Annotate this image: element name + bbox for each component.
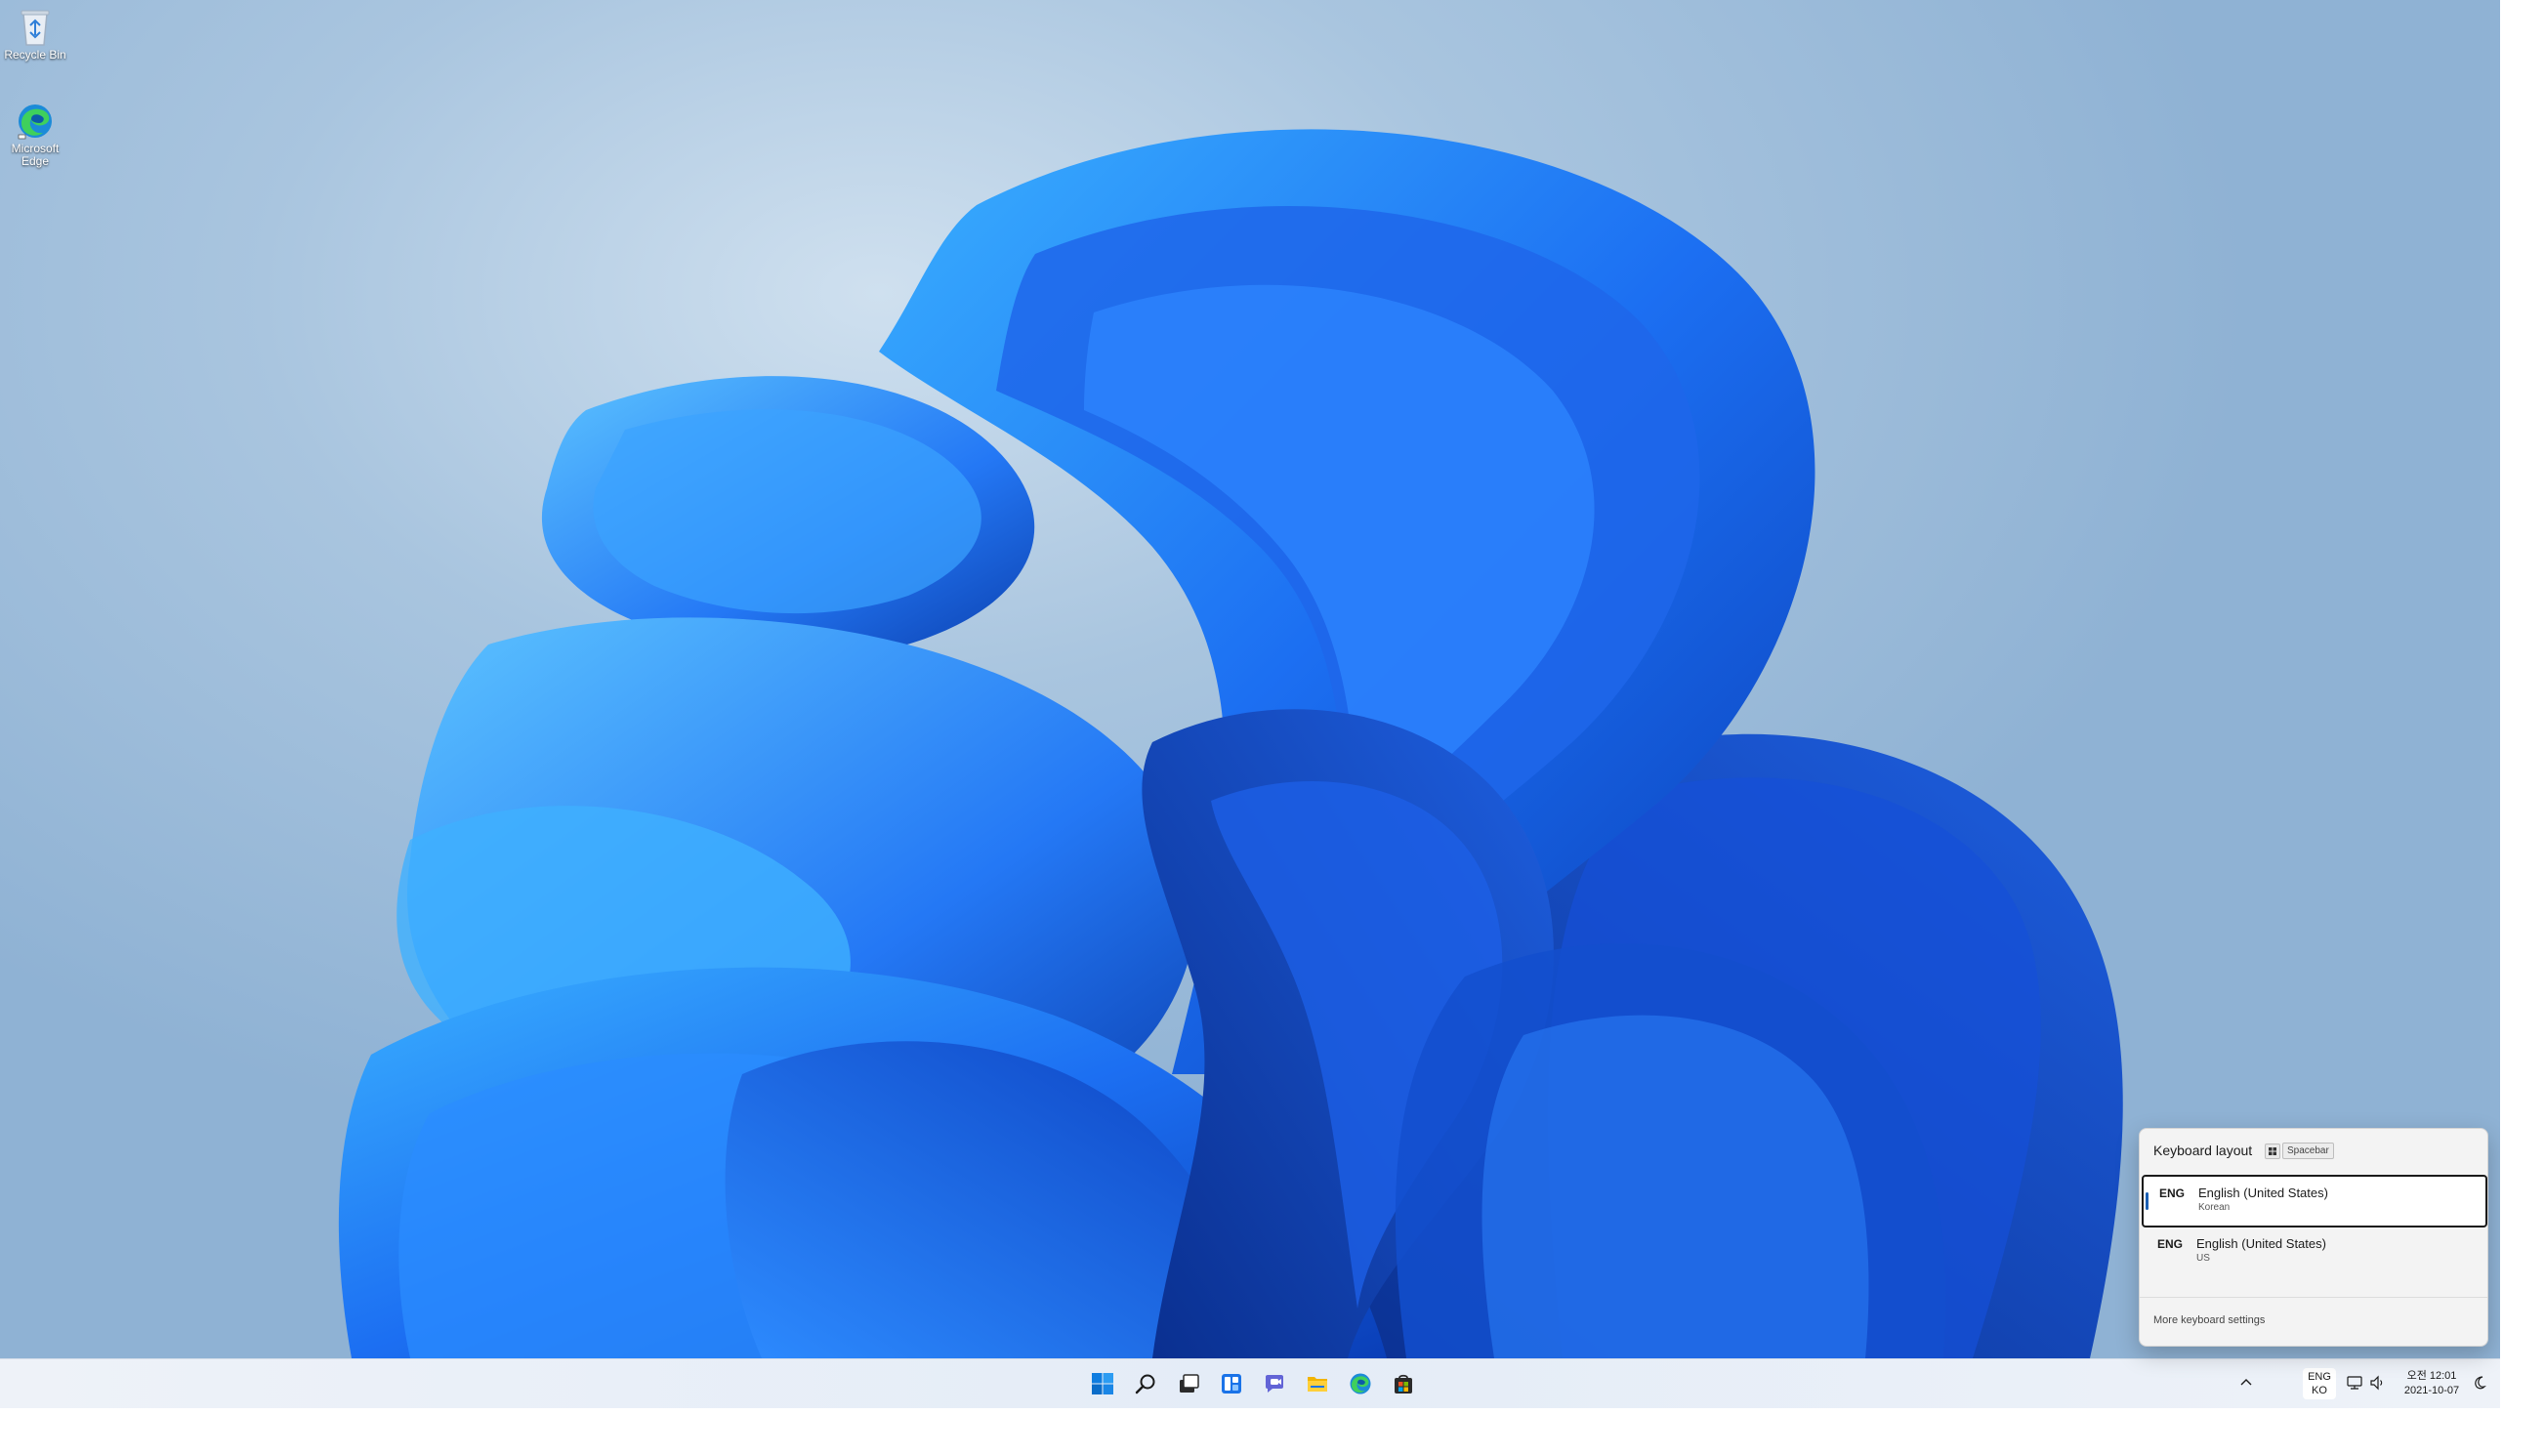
volume-button[interactable]: [2368, 1374, 2386, 1392]
store-button[interactable]: [1392, 1372, 1415, 1395]
layout-code: ENG: [2159, 1186, 2186, 1200]
network-button[interactable]: [2346, 1374, 2363, 1392]
desktop: Recycle Bin Microsoft Edge: [0, 0, 2500, 1358]
layout-name: English (United States): [2196, 1236, 2326, 1251]
input-indicator[interactable]: ENG KO: [2303, 1368, 2336, 1399]
search-icon: [1135, 1374, 1155, 1394]
desktop-icon-label: Microsoft Edge: [11, 142, 60, 168]
flyout-title: Keyboard layout: [2153, 1143, 2253, 1158]
bloom-wallpaper: [338, 129, 2123, 1358]
recycle-bin-icon: [21, 10, 50, 46]
file-explorer-button[interactable]: [1306, 1372, 1329, 1395]
layout-sub: Korean: [2198, 1202, 2231, 1213]
desktop-icon-label: Recycle Bin: [4, 48, 66, 62]
edge-icon: [18, 104, 52, 140]
desktop-icon-recycle-bin[interactable]: Recycle Bin: [0, 8, 70, 62]
start-button[interactable]: [1091, 1372, 1114, 1395]
layout-name: English (United States): [2198, 1186, 2328, 1200]
input-language-code: ENG: [2308, 1371, 2331, 1383]
widgets-button[interactable]: [1220, 1372, 1243, 1395]
clock-date: 2021-10-07: [2403, 1385, 2460, 1396]
task-view-button[interactable]: [1177, 1372, 1200, 1395]
windows-start-icon: [1092, 1373, 1113, 1394]
widgets-icon: [1222, 1374, 1241, 1394]
chevron-up-icon: [2240, 1379, 2252, 1386]
teams-chat-icon: [1266, 1375, 1283, 1393]
more-keyboard-settings-link[interactable]: More keyboard settings: [2153, 1314, 2265, 1326]
keyboard-layout-flyout: Keyboard layout Spacebar ENG English (Un…: [2139, 1128, 2488, 1347]
network-icon: [2347, 1376, 2362, 1390]
input-method-code: KO: [2312, 1385, 2327, 1396]
layout-code: ENG: [2157, 1237, 2184, 1251]
edge-taskbar-button[interactable]: [1349, 1372, 1372, 1395]
edge-icon: [1350, 1373, 1371, 1394]
store-icon: [1395, 1374, 1412, 1394]
layout-sub: US: [2196, 1253, 2210, 1264]
moon-icon: [2475, 1376, 2486, 1390]
screen: Recycle Bin Microsoft Edge ENG KO 오전 12:…: [0, 0, 2500, 1456]
desktop-icon-edge[interactable]: Microsoft Edge: [0, 102, 70, 168]
show-hidden-icons-button[interactable]: [2236, 1373, 2256, 1393]
chat-button[interactable]: [1263, 1372, 1286, 1395]
taskbar: ENG KO 오전 12:01 2021-10-07: [0, 1358, 2500, 1408]
clock-time: 오전 12:01: [2406, 1370, 2457, 1382]
flyout-divider: [2140, 1297, 2487, 1298]
volume-icon: [2370, 1375, 2383, 1391]
file-explorer-icon: [1308, 1377, 1327, 1392]
selection-indicator: [2146, 1192, 2149, 1210]
keyboard-layout-option-us[interactable]: ENG English (United States) US: [2142, 1227, 2483, 1276]
search-button[interactable]: [1134, 1372, 1157, 1395]
keyboard-layout-option-korean[interactable]: ENG English (United States) Korean: [2142, 1175, 2487, 1227]
task-view-icon: [1180, 1374, 1199, 1393]
shortcut-key-spacebar: Spacebar: [2282, 1143, 2334, 1159]
clock[interactable]: 오전 12:01 2021-10-07: [2393, 1367, 2471, 1400]
windows-key-icon: [2265, 1144, 2280, 1159]
notification-button[interactable]: [2471, 1374, 2488, 1392]
